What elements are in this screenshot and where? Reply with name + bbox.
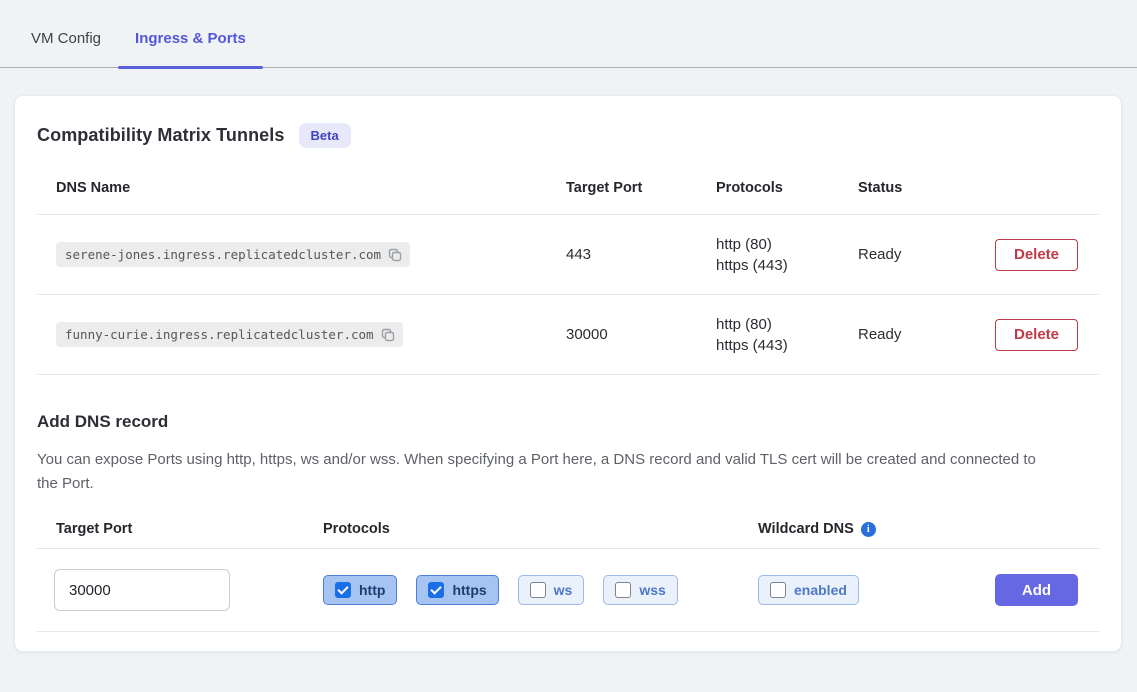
dns-name-pill: funny-curie.ingress.replicatedcluster.co… xyxy=(56,322,403,347)
checkbox-icon xyxy=(335,582,351,598)
delete-button[interactable]: Delete xyxy=(995,319,1078,351)
checkbox-https[interactable]: https xyxy=(416,575,498,605)
checkbox-label: ws xyxy=(554,582,573,598)
add-form-header: Target Port Protocols Wildcard DNS i xyxy=(37,510,1099,549)
form-label-target-port: Target Port xyxy=(37,521,323,537)
status-cell: Ready xyxy=(858,326,995,343)
dns-name-text: serene-jones.ingress.replicatedcluster.c… xyxy=(65,247,381,262)
checkbox-label: enabled xyxy=(794,582,847,598)
target-port-input[interactable] xyxy=(54,569,230,611)
target-port-cell: 30000 xyxy=(566,326,716,343)
checkbox-icon xyxy=(530,582,546,598)
tunnels-table-header: DNS Name Target Port Protocols Status xyxy=(37,162,1099,215)
form-label-protocols: Protocols xyxy=(323,521,758,537)
dns-name-pill: serene-jones.ingress.replicatedcluster.c… xyxy=(56,242,410,267)
checkbox-ws[interactable]: ws xyxy=(518,575,585,605)
tab-ingress-ports[interactable]: Ingress & Ports xyxy=(118,30,263,67)
panel-header: Compatibility Matrix Tunnels Beta xyxy=(37,121,1099,150)
dns-name-text: funny-curie.ingress.replicatedcluster.co… xyxy=(65,327,374,342)
header-protocols: Protocols xyxy=(716,180,858,196)
checkbox-http[interactable]: http xyxy=(323,575,397,605)
header-target-port: Target Port xyxy=(566,180,716,196)
protocol-line: https (443) xyxy=(716,255,858,276)
target-port-cell: 443 xyxy=(566,246,716,263)
checkbox-label: http xyxy=(359,582,385,598)
table-row: funny-curie.ingress.replicatedcluster.co… xyxy=(37,295,1099,375)
add-dns-description: You can expose Ports using http, https, … xyxy=(37,448,1042,496)
info-icon[interactable]: i xyxy=(861,522,876,537)
protocol-line: http (80) xyxy=(716,314,858,335)
header-status: Status xyxy=(858,180,995,196)
protocol-line: http (80) xyxy=(716,234,858,255)
protocol-line: https (443) xyxy=(716,335,858,356)
header-dns-name: DNS Name xyxy=(37,180,566,196)
add-form-row: http https ws wss enabled xyxy=(37,549,1099,632)
delete-button[interactable]: Delete xyxy=(995,239,1078,271)
status-cell: Ready xyxy=(858,246,995,263)
tunnels-panel: Compatibility Matrix Tunnels Beta DNS Na… xyxy=(14,95,1122,652)
panel-title: Compatibility Matrix Tunnels xyxy=(37,125,285,146)
beta-badge: Beta xyxy=(299,123,351,148)
checkbox-icon xyxy=(428,582,444,598)
checkbox-icon xyxy=(770,582,786,598)
protocols-cell: http (80) https (443) xyxy=(716,234,858,276)
checkbox-icon xyxy=(615,582,631,598)
checkbox-label: https xyxy=(452,582,486,598)
table-row: serene-jones.ingress.replicatedcluster.c… xyxy=(37,215,1099,295)
checkbox-wildcard-enabled[interactable]: enabled xyxy=(758,575,859,605)
add-dns-title: Add DNS record xyxy=(37,410,1099,434)
tab-vm-config[interactable]: VM Config xyxy=(14,30,118,67)
protocol-checkbox-group: http https ws wss xyxy=(323,575,758,605)
copy-icon[interactable] xyxy=(388,248,402,262)
protocols-cell: http (80) https (443) xyxy=(716,314,858,356)
checkbox-wss[interactable]: wss xyxy=(603,575,677,605)
copy-icon[interactable] xyxy=(381,328,395,342)
tab-bar: VM Config Ingress & Ports xyxy=(0,0,1137,68)
checkbox-label: wss xyxy=(639,582,665,598)
add-button[interactable]: Add xyxy=(995,574,1078,606)
form-label-wildcard-dns: Wildcard DNS xyxy=(758,521,854,537)
